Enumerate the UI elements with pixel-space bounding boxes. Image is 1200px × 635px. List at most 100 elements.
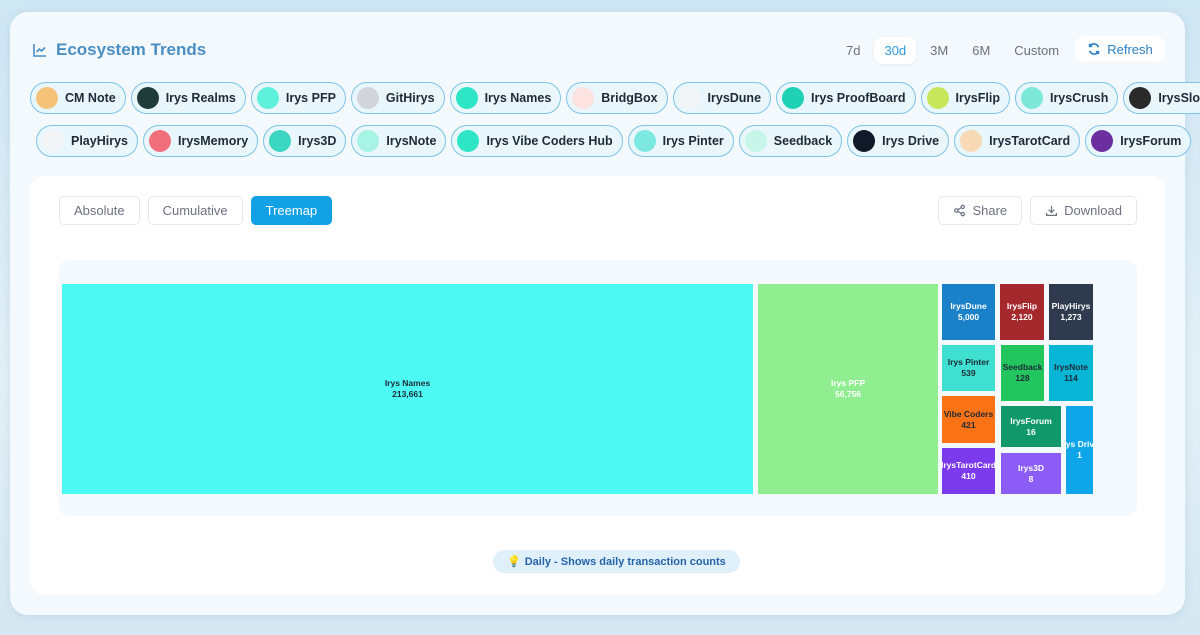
chip-label: IrysNote [386,134,437,148]
project-avatar-icon [455,87,478,109]
cell-value: 410 [961,471,976,481]
project-avatar-icon [356,87,379,109]
share-button[interactable]: Share [938,196,1023,225]
project-chip-irysslot[interactable]: IrysSlot [1123,82,1200,114]
range-6m[interactable]: 6M [962,37,1000,64]
cell-label: Irys Names [384,378,431,388]
chip-label: Irys Realms [165,91,236,105]
project-avatar-icon [136,87,159,109]
project-avatar-icon [853,130,876,152]
cell-value: 128 [1015,373,1030,383]
project-avatar-icon [1020,87,1043,109]
chip-label: IrysTarotCard [989,134,1071,148]
cell-value: 421 [961,419,976,430]
cell-value: 5,000 [957,312,980,322]
project-chip-bridgbox[interactable]: BridgBox [566,82,668,114]
cell-value: 1,273 [1060,312,1082,322]
project-chip-irys-pfp[interactable]: Irys PFP [250,82,346,114]
treemap-cell-irysflip[interactable]: IrysFlip 2,120 [1000,284,1044,340]
project-filter-chips: CM Note Irys Realms Irys PFP GitHirys Irys N… [30,82,1200,168]
project-chip-irystarotcard[interactable]: IrysTarotCard [954,125,1081,157]
cell-label: Vibe Coders [943,408,994,419]
project-chip-irys-vibe-coders-hub[interactable]: Irys Vibe Coders Hub [451,125,623,157]
download-button[interactable]: Download [1030,196,1137,225]
chip-label: Irys Names [484,91,552,105]
cell-label: IrysFlip [1006,301,1038,311]
treemap-cell-irys-drive[interactable]: Irys Drive1 [1066,406,1093,494]
cell-label: PlayHirys [1051,301,1091,311]
cell-label: Irys3D [1018,462,1044,473]
chip-label: BridgBox [601,91,658,105]
project-chip-cm-note[interactable]: CM Note [30,82,126,114]
ecosystem-trends-card: Ecosystem Trends 7d 30d 3M 6M Custom Refresh… [10,12,1200,615]
project-chip-irysflip[interactable]: IrysFlip [920,82,1010,114]
chip-label: IrysFlip [955,91,1000,105]
cell-value: 8 [1028,473,1034,484]
project-avatar-icon [457,130,480,152]
project-avatar-icon [148,130,171,152]
cell-label: Irys PFP [830,378,866,388]
treemap-cell-irysforum[interactable]: IrysForum 16 [1001,406,1061,447]
tab-absolute[interactable]: Absolute [59,196,140,225]
treemap-cell-seedback[interactable]: Seedback 128 [1001,345,1044,401]
refresh-icon [1089,43,1100,55]
treemap-cell-irys-pinter[interactable]: Irys Pinter 539 [942,345,995,391]
project-chip-irys-names[interactable]: Irys Names [449,82,562,114]
range-custom[interactable]: Custom [1004,37,1069,64]
cell-value: 56,756 [835,389,861,399]
refresh-button[interactable]: Refresh [1075,36,1165,62]
treemap-cell-vibe-coders[interactable]: Vibe Coders 421 [942,396,995,443]
project-chip-irys-drive[interactable]: Irys Drive [847,125,950,157]
project-chip-irys3d[interactable]: Irys3D [263,125,347,157]
chip-label: Irys Pinter [662,134,724,148]
chip-label: Seedback [773,134,833,148]
project-chip-iryscrush[interactable]: IrysCrush [1014,82,1119,114]
cell-label: IrysTarotCard [942,460,995,470]
cell-label: IrysForum [1010,415,1052,426]
treemap-cell-irystarotcard[interactable]: IrysTarotCard 410 [942,448,995,494]
project-avatar-icon [744,130,767,152]
cell-value: 114 [1064,373,1078,383]
chip-label: Irys ProofBoard [811,91,906,105]
chip-label: IrysMemory [177,134,249,148]
range-3m[interactable]: 3M [920,37,958,64]
project-avatar-icon [36,87,58,109]
time-range-selector: 7d 30d 3M 6M Custom [836,37,1069,64]
project-chip-irysforum[interactable]: IrysForum [1085,125,1192,157]
treemap-cell-irys-pfp[interactable]: Irys PFP 56,756 [758,284,938,494]
download-icon [1046,205,1058,216]
cell-value: 539 [961,368,976,378]
treemap-cell-irysdune[interactable]: IrysDune 5,000 [942,284,995,340]
chip-label: IrysDune [707,91,762,105]
project-chip-irysdune[interactable]: IrysDune [672,82,772,114]
project-chip-irys-pinter[interactable]: Irys Pinter [627,125,734,157]
project-avatar-icon [678,87,701,109]
range-7d[interactable]: 7d [836,37,870,64]
chip-label: Irys3D [298,134,337,148]
treemap-cell-irys3d[interactable]: Irys3D 8 [1001,453,1061,494]
project-avatar-icon [256,87,279,109]
view-tabs: Absolute Cumulative Treemap [59,196,333,225]
project-avatar-icon [782,87,805,109]
project-chip-irys-realms[interactable]: Irys Realms [130,82,246,114]
cell-label: Irys Drive [1066,439,1093,449]
chip-label: Irys PFP [285,91,336,105]
project-chip-irys-proofboard[interactable]: Irys ProofBoard [776,82,916,114]
cell-label: Irys Pinter [947,357,990,367]
tab-cumulative[interactable]: Cumulative [147,196,243,225]
project-chip-irysmemory[interactable]: IrysMemory [142,125,259,157]
project-chip-githirys[interactable]: GitHirys [350,82,445,114]
treemap-chart: Irys Names 213,661 Irys PFP 56,756 IrysDune 5… [59,260,1137,516]
project-chip-seedback[interactable]: Seedback [738,125,843,157]
treemap-cell-playhirys[interactable]: PlayHirys 1,273 [1049,284,1093,340]
tab-treemap[interactable]: Treemap [250,196,333,225]
chip-label: PlayHirys [71,134,128,148]
project-chip-playhirys[interactable]: PlayHirys [36,125,138,157]
project-chip-irysnote[interactable]: IrysNote [351,125,447,157]
treemap-cell-irysnote[interactable]: IrysNote 114 [1049,345,1093,401]
share-icon [954,204,966,217]
treemap-cell-irys-names[interactable]: Irys Names 213,661 [62,284,753,494]
range-30d[interactable]: 30d [874,37,917,64]
chip-label: CM Note [65,91,116,105]
cell-value: 1 [1077,450,1082,460]
